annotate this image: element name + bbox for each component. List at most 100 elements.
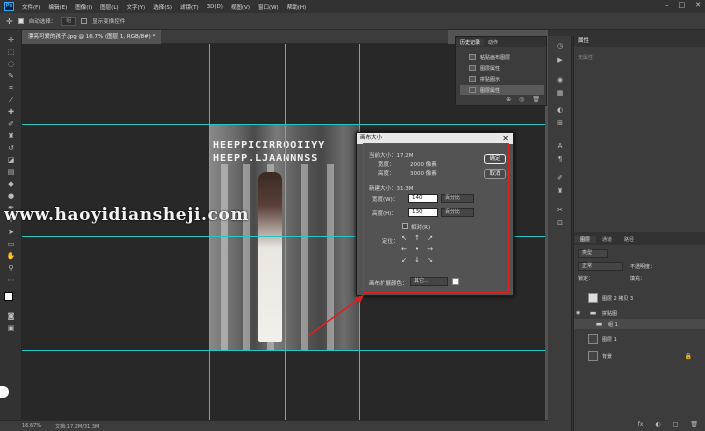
eyedropper-icon[interactable]: ⁄	[5, 96, 17, 105]
options-bar: ✛ 自动选择： 组 显示变换控件	[0, 13, 705, 30]
move-icon[interactable]: ✛	[5, 36, 17, 45]
layer-kind-filter[interactable]: 类型	[578, 249, 608, 258]
marquee-icon[interactable]: ⬚	[5, 48, 17, 57]
move-tool-icon[interactable]: ✛	[6, 17, 13, 26]
tab-layers[interactable]: 图层	[574, 236, 597, 243]
stamp-icon[interactable]: ♜	[5, 132, 17, 141]
menu-select[interactable]: 选择(S)	[149, 3, 176, 11]
tab-paths[interactable]: 路径	[618, 236, 640, 243]
shape-icon[interactable]: ▭	[5, 240, 17, 249]
auto-select-checkbox[interactable]	[17, 18, 24, 24]
history-item[interactable]: 拼贴图示	[460, 74, 544, 84]
properties-title: 属性	[574, 36, 705, 47]
eraser-icon[interactable]: ◪	[5, 156, 17, 165]
fill-label: 填充：	[630, 276, 646, 282]
delete-layer-icon[interactable]: 🗑	[690, 421, 698, 428]
brush-settings-icon[interactable]: ✐	[555, 174, 565, 183]
lock-label: 锁定：	[578, 276, 594, 282]
swatches-icon[interactable]: ▦	[555, 89, 565, 98]
menu-type[interactable]: 文字(Y)	[123, 3, 150, 11]
play-icon[interactable]: ▶	[555, 56, 565, 65]
brush-icon[interactable]: ✐	[5, 120, 17, 129]
blur-icon[interactable]: ◆	[5, 180, 17, 189]
quick-select-icon[interactable]: ✎	[5, 72, 17, 81]
guide-horizontal[interactable]	[22, 124, 545, 125]
trash-icon[interactable]: 🗑	[532, 96, 540, 103]
libraries-icon[interactable]: ⊞	[555, 119, 565, 128]
adjustment-layer-icon[interactable]: ◐	[655, 421, 660, 428]
layers-panel-header: 图层 通道 路径	[574, 234, 705, 245]
layer-row[interactable]: 图层 2 拷贝 3	[574, 290, 705, 306]
menu-edit[interactable]: 编辑(E)	[44, 3, 71, 11]
history-step-icon	[469, 87, 476, 93]
screen-mode-icon[interactable]: ▣	[5, 324, 17, 333]
healing-icon[interactable]: ✚	[5, 108, 17, 117]
foreground-color-swatch[interactable]	[4, 292, 13, 301]
menu-3d[interactable]: 3D(D)	[203, 4, 227, 10]
menu-view[interactable]: 视图(V)	[227, 3, 254, 11]
character-icon[interactable]: A	[555, 142, 565, 151]
new-layer-icon[interactable]: □	[673, 421, 679, 428]
tab-actions[interactable]: 动作	[484, 39, 502, 46]
layer-group-row-selected[interactable]: ▬ 组 1	[574, 319, 705, 329]
menu-layer[interactable]: 图层(L)	[96, 3, 122, 11]
adjustments-icon[interactable]: ◐	[555, 106, 565, 115]
menu-filter[interactable]: 滤镜(T)	[176, 3, 203, 11]
folder-icon: ▬	[589, 309, 597, 317]
menu-window[interactable]: 窗口(W)	[254, 3, 283, 11]
tab-channels[interactable]: 通道	[596, 236, 618, 243]
history-item[interactable]: 粘贴画布图层	[460, 52, 544, 62]
zoom-level[interactable]: 16.67%	[22, 423, 41, 429]
guide-vertical[interactable]	[285, 44, 286, 420]
layers-footer: fx ◐ □ 🗑	[574, 418, 705, 430]
watermark-text: www.haoyidiansheji.com	[4, 205, 250, 225]
folder-icon: ▬	[595, 320, 603, 328]
menu-image[interactable]: 图像(I)	[71, 3, 96, 11]
blend-mode-select[interactable]: 正常	[578, 262, 623, 271]
layer-row[interactable]: 图层 1	[574, 332, 705, 346]
tab-history[interactable]: 历史记录	[456, 38, 485, 46]
fx-icon[interactable]: fx	[638, 421, 644, 428]
more-tools-icon[interactable]: ⋯	[5, 276, 17, 285]
photoshop-logo: Ps	[4, 2, 14, 11]
document-size[interactable]: 文档:17.2M/31.3M	[55, 423, 99, 430]
photo-stripe	[221, 164, 228, 350]
guide-vertical[interactable]	[209, 44, 210, 420]
quick-mask-icon[interactable]: ◙	[5, 312, 17, 321]
arrow-head	[355, 295, 364, 303]
histogram-icon[interactable]: ◷	[555, 42, 565, 51]
layer-group-row[interactable]: ◉ ▬ 拼贴图	[574, 308, 705, 318]
history-item[interactable]: 图层属性	[460, 63, 544, 73]
color-icon[interactable]: ◉	[555, 76, 565, 85]
menu-help[interactable]: 帮助(H)	[283, 3, 310, 11]
history-brush-icon[interactable]: ↺	[5, 144, 17, 153]
eye-icon[interactable]: ◉	[576, 310, 580, 316]
menu-file[interactable]: 文件(F)	[18, 3, 44, 11]
photo-stripe	[243, 164, 250, 350]
auto-select-dropdown[interactable]: 组	[61, 16, 77, 26]
camera-icon[interactable]: ◎	[519, 96, 524, 103]
guide-horizontal[interactable]	[22, 350, 545, 351]
crop-icon[interactable]: ⌗	[5, 84, 17, 93]
highlight-outline	[363, 143, 509, 293]
show-transform-checkbox[interactable]	[81, 18, 88, 24]
dodge-icon[interactable]: ●	[5, 192, 17, 201]
tool-presets-icon[interactable]: ✂	[555, 206, 565, 215]
gradient-icon[interactable]: ▤	[5, 168, 17, 177]
minimize-button[interactable]: –	[665, 1, 669, 9]
clone-source-icon[interactable]: ♜	[555, 187, 565, 196]
path-select-icon[interactable]: ➤	[5, 228, 17, 237]
close-window-button[interactable]: ✕	[695, 1, 701, 9]
history-step-icon	[469, 54, 476, 60]
navigator-icon[interactable]: ⊡	[555, 219, 565, 228]
paragraph-icon[interactable]: ¶	[555, 155, 565, 164]
lasso-icon[interactable]: ◌	[5, 60, 17, 69]
layer-thumbnail	[588, 351, 598, 361]
properties-panel: 属性 无属性	[573, 36, 705, 232]
document-tab[interactable]: 漂亮可爱的孩子.jpg @ 16.7% (图层 1, RGB/8#) *	[22, 30, 162, 44]
zoom-icon[interactable]: ⚲	[5, 264, 17, 273]
hand-icon[interactable]: ✋	[5, 252, 17, 261]
maximize-button[interactable]: □	[679, 1, 686, 9]
new-snapshot-icon[interactable]: ⊕	[506, 96, 511, 103]
layer-row[interactable]: 背景 🔒	[574, 349, 705, 363]
